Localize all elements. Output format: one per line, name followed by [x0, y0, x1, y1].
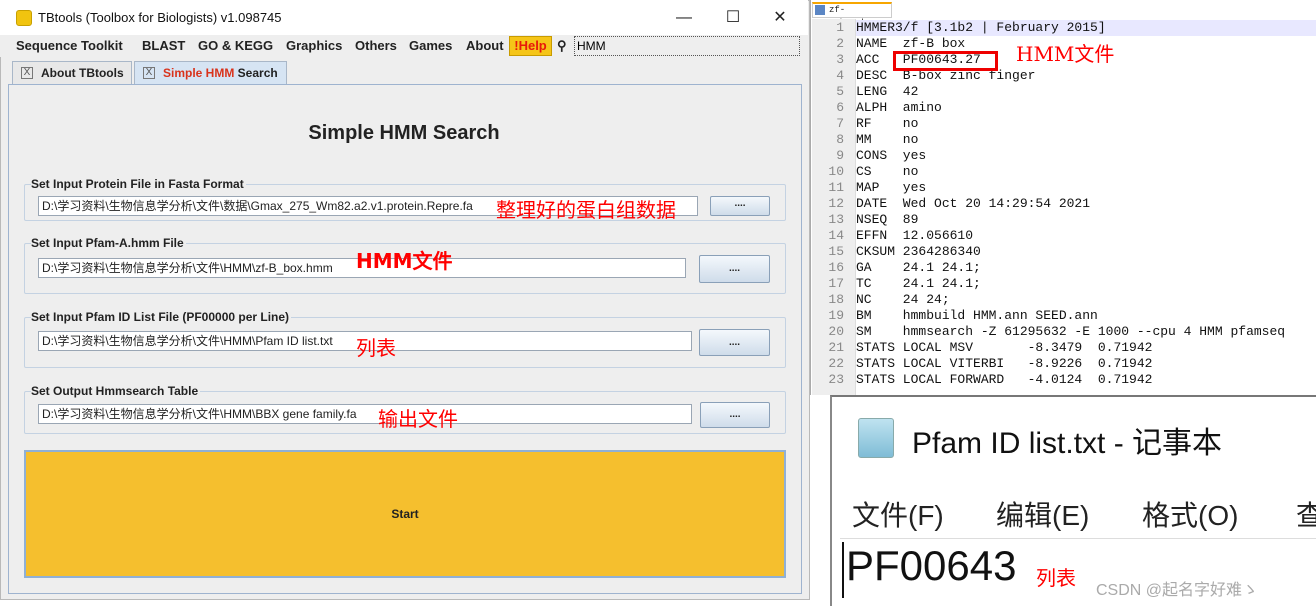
code-line[interactable]: CKSUM 2364286340: [856, 244, 981, 260]
start-button[interactable]: Start: [24, 450, 786, 578]
menu-about[interactable]: About: [466, 38, 504, 53]
code-line[interactable]: ALPH amino: [856, 100, 942, 116]
minimize-button[interactable]: —: [664, 6, 704, 30]
group-label: Set Output Hmmsearch Table: [31, 384, 201, 398]
code-line[interactable]: BM hmmbuild HMM.ann SEED.ann: [856, 308, 1098, 324]
tab-simple-hmm-search[interactable]: X Simple HMM Search: [134, 61, 287, 85]
line-number: 6: [836, 100, 844, 115]
page-title: Simple HMM Search: [308, 122, 500, 144]
line-number: 20: [828, 324, 844, 339]
maximize-button[interactable]: ☐: [713, 6, 753, 30]
magnifier-icon: ⚲: [557, 38, 567, 53]
line-number: 19: [828, 308, 844, 323]
close-tab-icon[interactable]: X: [143, 67, 155, 79]
code-line[interactable]: HMMER3/f [3.1b2 | February 2015]: [856, 20, 1106, 36]
line-number: 8: [836, 132, 844, 147]
menu-blast[interactable]: BLAST: [142, 38, 185, 53]
tab-about-tbtools[interactable]: X About TBtools: [12, 61, 132, 85]
save-icon: [815, 5, 825, 15]
tab-label: Search: [234, 66, 278, 80]
line-number: 16: [828, 260, 844, 275]
watermark: CSDN @起名字好难ゝ: [1096, 582, 1259, 599]
menu-view[interactable]: 查: [1296, 494, 1316, 534]
code-line[interactable]: NAME zf-B box: [856, 36, 965, 52]
menu-file[interactable]: 文件(F): [852, 494, 944, 534]
acc-highlight-box: [893, 51, 998, 71]
close-button[interactable]: ✕: [760, 6, 800, 30]
line-number: 23: [828, 372, 844, 387]
group-label: Set Input Pfam-A.hmm File: [31, 236, 186, 250]
annotation: HMM文件: [356, 249, 453, 273]
text-cursor: [842, 542, 844, 598]
browse-output-button[interactable]: ....: [700, 402, 770, 428]
tab-label-highlight: Simple HMM: [163, 66, 235, 80]
annotation: 列表: [1036, 566, 1076, 590]
tab-label: About TBtools: [41, 66, 124, 80]
annotation: HMM文件: [1016, 42, 1115, 66]
browse-hmm-button[interactable]: ....: [699, 255, 770, 283]
code-line[interactable]: GA 24.1 24.1;: [856, 260, 981, 276]
menu-edit[interactable]: 编辑(E): [996, 494, 1089, 534]
window-title: TBtools (Toolbox for Biologists) v1.0987…: [38, 10, 282, 25]
line-number: 11: [828, 180, 844, 195]
annotation: 整理好的蛋白组数据: [496, 198, 676, 222]
menu-others[interactable]: Others: [355, 38, 397, 53]
code-line[interactable]: SM hmmsearch -Z 61295632 -E 1000 --cpu 4…: [856, 324, 1285, 340]
browse-pfam-list-button[interactable]: ....: [699, 329, 770, 356]
code-line[interactable]: TC 24.1 24.1;: [856, 276, 981, 292]
close-tab-icon[interactable]: X: [21, 67, 33, 79]
line-number: 1: [836, 20, 844, 35]
menu-sequence-toolkit[interactable]: Sequence Toolkit: [16, 38, 123, 53]
code-line[interactable]: NSEQ 89: [856, 212, 918, 228]
line-number: 13: [828, 212, 844, 227]
output-table-input[interactable]: D:\学习资料\生物信息学分析\文件\HMM\BBX gene family.f…: [38, 404, 692, 424]
menu-format[interactable]: 格式(O): [1142, 494, 1238, 534]
code-line[interactable]: NC 24 24;: [856, 292, 950, 308]
line-number: 12: [828, 196, 844, 211]
search-input[interactable]: [574, 36, 800, 56]
line-number: 18: [828, 292, 844, 307]
line-number: 4: [836, 68, 844, 83]
divider: [840, 538, 1316, 539]
menu-go-kegg[interactable]: GO & KEGG: [198, 38, 273, 53]
code-line[interactable]: STATS LOCAL VITERBI -8.9226 0.71942: [856, 356, 1152, 372]
notepad-icon: [858, 418, 894, 458]
line-number: 3: [836, 52, 844, 67]
code-line[interactable]: LENG 42: [856, 84, 918, 100]
code-line[interactable]: MM no: [856, 132, 918, 148]
notepad-content[interactable]: PF00643: [846, 542, 1016, 590]
menu-graphics[interactable]: Graphics: [286, 38, 342, 53]
line-number: 14: [828, 228, 844, 243]
code-line[interactable]: EFFN 12.056610: [856, 228, 973, 244]
line-number: 5: [836, 84, 844, 99]
help-button[interactable]: !Help: [509, 36, 552, 56]
annotation: 列表: [356, 336, 396, 360]
code-line[interactable]: DATE Wed Oct 20 14:29:54 2021: [856, 196, 1090, 212]
code-line[interactable]: RF no: [856, 116, 918, 132]
line-number: 2: [836, 36, 844, 51]
code-line[interactable]: STATS LOCAL FORWARD -4.0124 0.71942: [856, 372, 1152, 388]
group-label: Set Input Pfam ID List File (PF00000 per…: [31, 310, 292, 324]
code-line[interactable]: MAP yes: [856, 180, 926, 196]
code-line[interactable]: STATS LOCAL MSV -8.3479 0.71942: [856, 340, 1152, 356]
group-label: Set Input Protein File in Fasta Format: [31, 177, 246, 191]
line-number: 17: [828, 276, 844, 291]
code-line[interactable]: CS no: [856, 164, 918, 180]
code-line[interactable]: CONS yes: [856, 148, 926, 164]
notepad-title: Pfam ID list.txt - 记事本: [912, 427, 1223, 460]
line-number: 9: [836, 148, 844, 163]
line-number: 10: [828, 164, 844, 179]
line-number: 22: [828, 356, 844, 371]
menu-games[interactable]: Games: [409, 38, 452, 53]
tbtools-logo-icon: [16, 10, 32, 26]
line-number: 7: [836, 116, 844, 131]
browse-protein-button[interactable]: ....: [710, 196, 770, 216]
line-number: 21: [828, 340, 844, 355]
line-number: 15: [828, 244, 844, 259]
annotation: 输出文件: [378, 407, 458, 431]
